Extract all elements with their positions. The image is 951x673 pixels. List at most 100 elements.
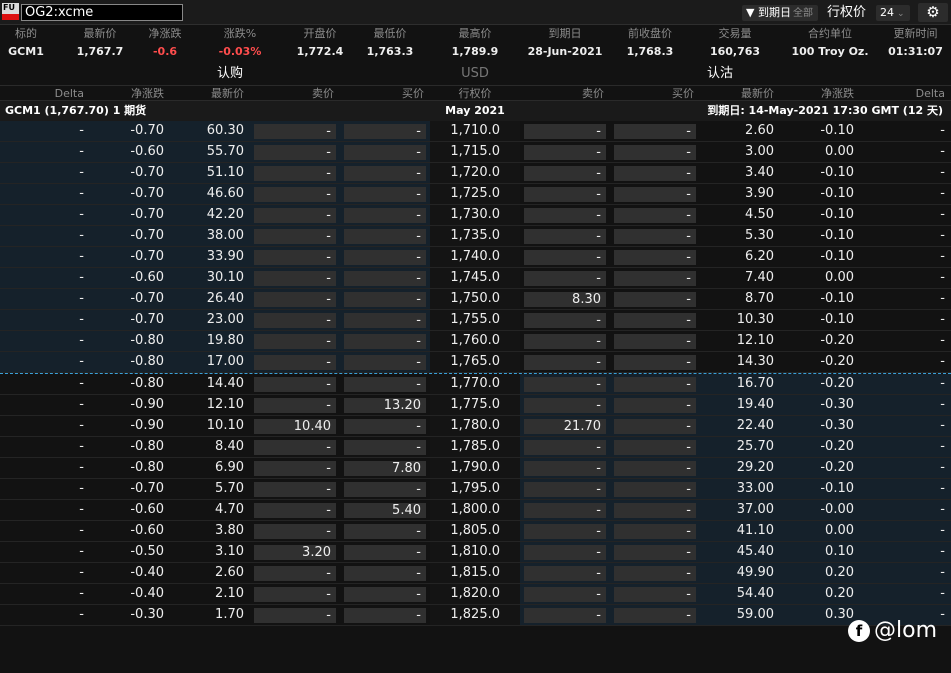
put-ask-cell[interactable]: - (524, 271, 606, 286)
call-bid-cell[interactable]: - (344, 545, 426, 560)
put-bid-cell[interactable]: - (614, 271, 696, 286)
put-ask-cell[interactable]: - (524, 440, 606, 455)
put-ask-cell[interactable]: 8.30 (524, 292, 606, 307)
put-ask-cell[interactable]: - (524, 608, 606, 623)
put-ask-cell[interactable]: - (524, 482, 606, 497)
call-ask-cell[interactable]: - (254, 145, 336, 160)
put-bid-cell[interactable]: - (614, 355, 696, 370)
call-ask-cell[interactable]: - (254, 313, 336, 328)
table-row[interactable]: - -0.70 33.90- -1,740.0- -6.20 -0.10- (0, 247, 951, 268)
put-ask-cell[interactable]: - (524, 166, 606, 181)
put-ask-cell[interactable]: - (524, 398, 606, 413)
call-ask-cell[interactable]: - (254, 187, 336, 202)
call-bid-cell[interactable]: - (344, 250, 426, 265)
put-bid-cell[interactable]: - (614, 608, 696, 623)
put-bid-cell[interactable]: - (614, 566, 696, 581)
call-ask-cell[interactable]: 10.40 (254, 419, 336, 434)
table-row[interactable]: - -0.70 46.60- -1,725.0- -3.90 -0.10- (0, 184, 951, 205)
table-row[interactable]: - -0.80 6.90-7.80 1,790.0- -29.20 -0.20- (0, 458, 951, 479)
table-row[interactable]: - -0.60 30.10- -1,745.0- -7.40 0.00- (0, 268, 951, 289)
call-bid-cell[interactable]: - (344, 334, 426, 349)
table-row[interactable]: - -0.80 19.80- -1,760.0- -12.10 -0.20- (0, 331, 951, 352)
put-ask-cell[interactable]: - (524, 503, 606, 518)
put-ask-cell[interactable]: - (524, 187, 606, 202)
col-call-bid[interactable]: 买价 (340, 86, 430, 101)
put-ask-cell[interactable]: - (524, 250, 606, 265)
call-bid-cell[interactable]: - (344, 377, 426, 392)
call-ask-cell[interactable]: - (254, 377, 336, 392)
call-bid-cell[interactable]: - (344, 166, 426, 181)
table-row[interactable]: - -0.80 14.40- -1,770.0- -16.70 -0.20- (0, 374, 951, 395)
col-put-bid[interactable]: 买价 (610, 86, 700, 101)
call-bid-cell[interactable]: - (344, 271, 426, 286)
call-ask-cell[interactable]: - (254, 229, 336, 244)
put-bid-cell[interactable]: - (614, 208, 696, 223)
table-row[interactable]: - -0.70 60.30- -1,710.0- -2.60 -0.10- (0, 121, 951, 142)
call-ask-cell[interactable]: - (254, 566, 336, 581)
table-row[interactable]: - -0.90 10.10 10.40-1,780.0 21.70-22.40 -0.30… (0, 416, 951, 437)
call-ask-cell[interactable]: - (254, 503, 336, 518)
col-call-last[interactable]: 最新价 (170, 86, 250, 101)
table-row[interactable]: - -0.80 17.00- -1,765.0- -14.30 -0.20- (0, 352, 951, 373)
put-bid-cell[interactable]: - (614, 524, 696, 539)
put-bid-cell[interactable]: - (614, 229, 696, 244)
put-bid-cell[interactable]: - (614, 166, 696, 181)
put-bid-cell[interactable]: - (614, 334, 696, 349)
call-bid-cell[interactable]: - (344, 419, 426, 434)
put-ask-cell[interactable]: - (524, 377, 606, 392)
table-row[interactable]: - -0.60 55.70- -1,715.0- -3.00 0.00- (0, 142, 951, 163)
table-row[interactable]: - -0.70 42.20- -1,730.0- -4.50 -0.10- (0, 205, 951, 226)
put-ask-cell[interactable]: - (524, 545, 606, 560)
col-put-delta[interactable]: Delta (860, 86, 951, 101)
expiry-filter-dropdown[interactable]: ▼ 到期日 全部 (742, 5, 818, 21)
put-bid-cell[interactable]: - (614, 313, 696, 328)
put-ask-cell[interactable]: - (524, 461, 606, 476)
put-bid-cell[interactable]: - (614, 419, 696, 434)
put-bid-cell[interactable]: - (614, 482, 696, 497)
col-put-last[interactable]: 最新价 (700, 86, 780, 101)
put-ask-cell[interactable]: - (524, 587, 606, 602)
put-ask-cell[interactable]: 21.70 (524, 419, 606, 434)
call-bid-cell[interactable]: - (344, 187, 426, 202)
symbol-input[interactable]: OG2:xcme (21, 4, 183, 21)
call-bid-cell[interactable]: - (344, 124, 426, 139)
call-ask-cell[interactable]: - (254, 292, 336, 307)
call-ask-cell[interactable]: - (254, 482, 336, 497)
call-bid-cell[interactable]: - (344, 482, 426, 497)
call-bid-cell[interactable]: - (344, 608, 426, 623)
call-bid-cell[interactable]: 13.20 (344, 398, 426, 413)
put-bid-cell[interactable]: - (614, 545, 696, 560)
table-row[interactable]: - -0.70 51.10- -1,720.0- -3.40 -0.10- (0, 163, 951, 184)
put-ask-cell[interactable]: - (524, 524, 606, 539)
put-ask-cell[interactable]: - (524, 124, 606, 139)
call-bid-cell[interactable]: 5.40 (344, 503, 426, 518)
table-row[interactable]: - -0.70 26.40- -1,750.0 8.30-8.70 -0.10- (0, 289, 951, 310)
put-ask-cell[interactable]: - (524, 229, 606, 244)
call-bid-cell[interactable]: 7.80 (344, 461, 426, 476)
put-bid-cell[interactable]: - (614, 250, 696, 265)
put-ask-cell[interactable]: - (524, 208, 606, 223)
call-ask-cell[interactable]: - (254, 355, 336, 370)
call-ask-cell[interactable]: - (254, 524, 336, 539)
put-bid-cell[interactable]: - (614, 292, 696, 307)
put-bid-cell[interactable]: - (614, 145, 696, 160)
put-ask-cell[interactable]: - (524, 566, 606, 581)
table-row[interactable]: - -0.70 5.70- -1,795.0- -33.00 -0.10- (0, 479, 951, 500)
call-ask-cell[interactable]: - (254, 587, 336, 602)
put-bid-cell[interactable]: - (614, 461, 696, 476)
table-row[interactable]: - -0.30 1.70- -1,825.0- -59.00 0.30- (0, 605, 951, 626)
table-row[interactable]: - -0.60 4.70-5.40 1,800.0- -37.00 -0.00- (0, 500, 951, 521)
call-bid-cell[interactable]: - (344, 313, 426, 328)
call-ask-cell[interactable]: - (254, 166, 336, 181)
call-bid-cell[interactable]: - (344, 440, 426, 455)
call-bid-cell[interactable]: - (344, 145, 426, 160)
call-ask-cell[interactable]: - (254, 250, 336, 265)
call-ask-cell[interactable]: - (254, 208, 336, 223)
col-call-ask[interactable]: 卖价 (250, 86, 340, 101)
call-bid-cell[interactable]: - (344, 229, 426, 244)
put-bid-cell[interactable]: - (614, 503, 696, 518)
put-ask-cell[interactable]: - (524, 334, 606, 349)
table-row[interactable]: - -0.50 3.10 3.20-1,810.0- -45.40 0.10- (0, 542, 951, 563)
col-call-change[interactable]: 净涨跌 (90, 86, 170, 101)
table-row[interactable]: - -0.40 2.60- -1,815.0- -49.90 0.20- (0, 563, 951, 584)
